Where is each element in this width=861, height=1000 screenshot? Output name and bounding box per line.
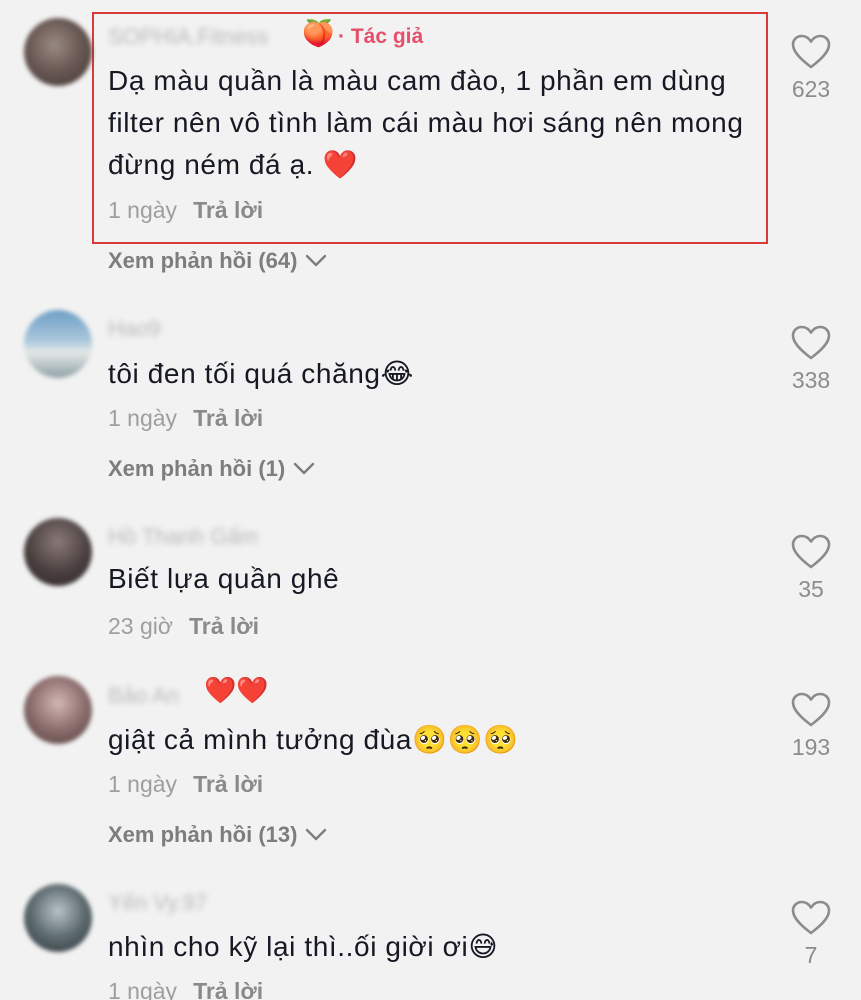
comments-page: SOPHIA.Fitness 🍑 · Tác giả Dạ màu quần l… [0, 0, 861, 1000]
comment-time: 23 giờ [108, 613, 173, 639]
avatar[interactable] [24, 518, 92, 586]
reply-button[interactable]: Trả lời [193, 405, 263, 431]
comment-username[interactable]: SOPHIA.Fitness [108, 24, 268, 50]
chevron-down-icon [306, 828, 327, 841]
comment-text: giật cả mình tưởng đùa🥺🥺🥺 [108, 724, 519, 755]
comment-time: 1 ngày [108, 978, 178, 1000]
view-replies-label: Xem phản hồi (64) [108, 248, 298, 273]
comment-username[interactable]: Yến Vy.97 [108, 890, 207, 916]
comment-meta: 1 ngày Trả lời [108, 197, 263, 224]
avatar[interactable] [24, 676, 92, 744]
comment-meta: 1 ngày Trả lời [108, 771, 263, 798]
like-count: 338 [791, 367, 831, 393]
peach-emoji: 🍑 [302, 18, 335, 48]
comment-meta: 1 ngày Trả lời [108, 978, 263, 1000]
comment-time: 1 ngày [108, 405, 178, 431]
like-count: 35 [798, 576, 824, 602]
view-replies-button[interactable]: Xem phản hồi (13) [108, 822, 327, 848]
avatar[interactable] [24, 310, 92, 378]
heart-outline-icon [791, 325, 831, 360]
comment-username[interactable]: Bảo An [108, 683, 179, 709]
heart-outline-icon [791, 534, 831, 569]
like-count: 193 [791, 734, 831, 760]
heart-outline-icon [791, 900, 831, 935]
like-button[interactable]: 338 [780, 325, 842, 394]
avatar[interactable] [24, 18, 92, 86]
like-button[interactable]: 193 [780, 692, 842, 761]
heart-outline-icon [791, 34, 831, 69]
chevron-down-icon [306, 254, 327, 267]
view-replies-button[interactable]: Xem phản hồi (1) [108, 456, 315, 482]
reply-button[interactable]: Trả lời [193, 771, 263, 797]
comment-text: Dạ màu quần là màu cam đào, 1 phần em dù… [108, 65, 744, 180]
comment-text: nhìn cho kỹ lại thì..ối giời ơi😅 [108, 931, 499, 962]
like-count: 7 [804, 942, 818, 968]
chevron-down-icon [294, 462, 315, 475]
like-button[interactable]: 35 [780, 534, 842, 603]
comment-text: Biết lựa quần ghê [108, 563, 340, 594]
comment-username[interactable]: Hao9 [108, 316, 161, 342]
like-button[interactable]: 623 [780, 34, 842, 103]
reply-button[interactable]: Trả lời [193, 197, 263, 223]
avatar[interactable] [24, 884, 92, 952]
comment-username[interactable]: Hồ Thanh Gấm [108, 524, 258, 550]
reply-button[interactable]: Trả lời [189, 613, 259, 639]
like-button[interactable]: 7 [780, 900, 842, 969]
view-replies-button[interactable]: Xem phản hồi (64) [108, 248, 327, 274]
view-replies-label: Xem phản hồi (1) [108, 456, 286, 481]
comment-time: 1 ngày [108, 197, 178, 223]
hearts-emoji: ❤️❤️ [204, 675, 269, 705]
view-replies-label: Xem phản hồi (13) [108, 822, 298, 847]
comment-meta: 23 giờ Trả lời [108, 613, 259, 640]
comment-text: tôi đen tối quá chăng😂 [108, 358, 414, 389]
like-count: 623 [791, 76, 831, 102]
comment-time: 1 ngày [108, 771, 178, 797]
author-badge: · Tác giả [338, 25, 424, 48]
heart-outline-icon [791, 692, 831, 727]
reply-button[interactable]: Trả lời [193, 978, 263, 1000]
comment-meta: 1 ngày Trả lời [108, 405, 263, 432]
